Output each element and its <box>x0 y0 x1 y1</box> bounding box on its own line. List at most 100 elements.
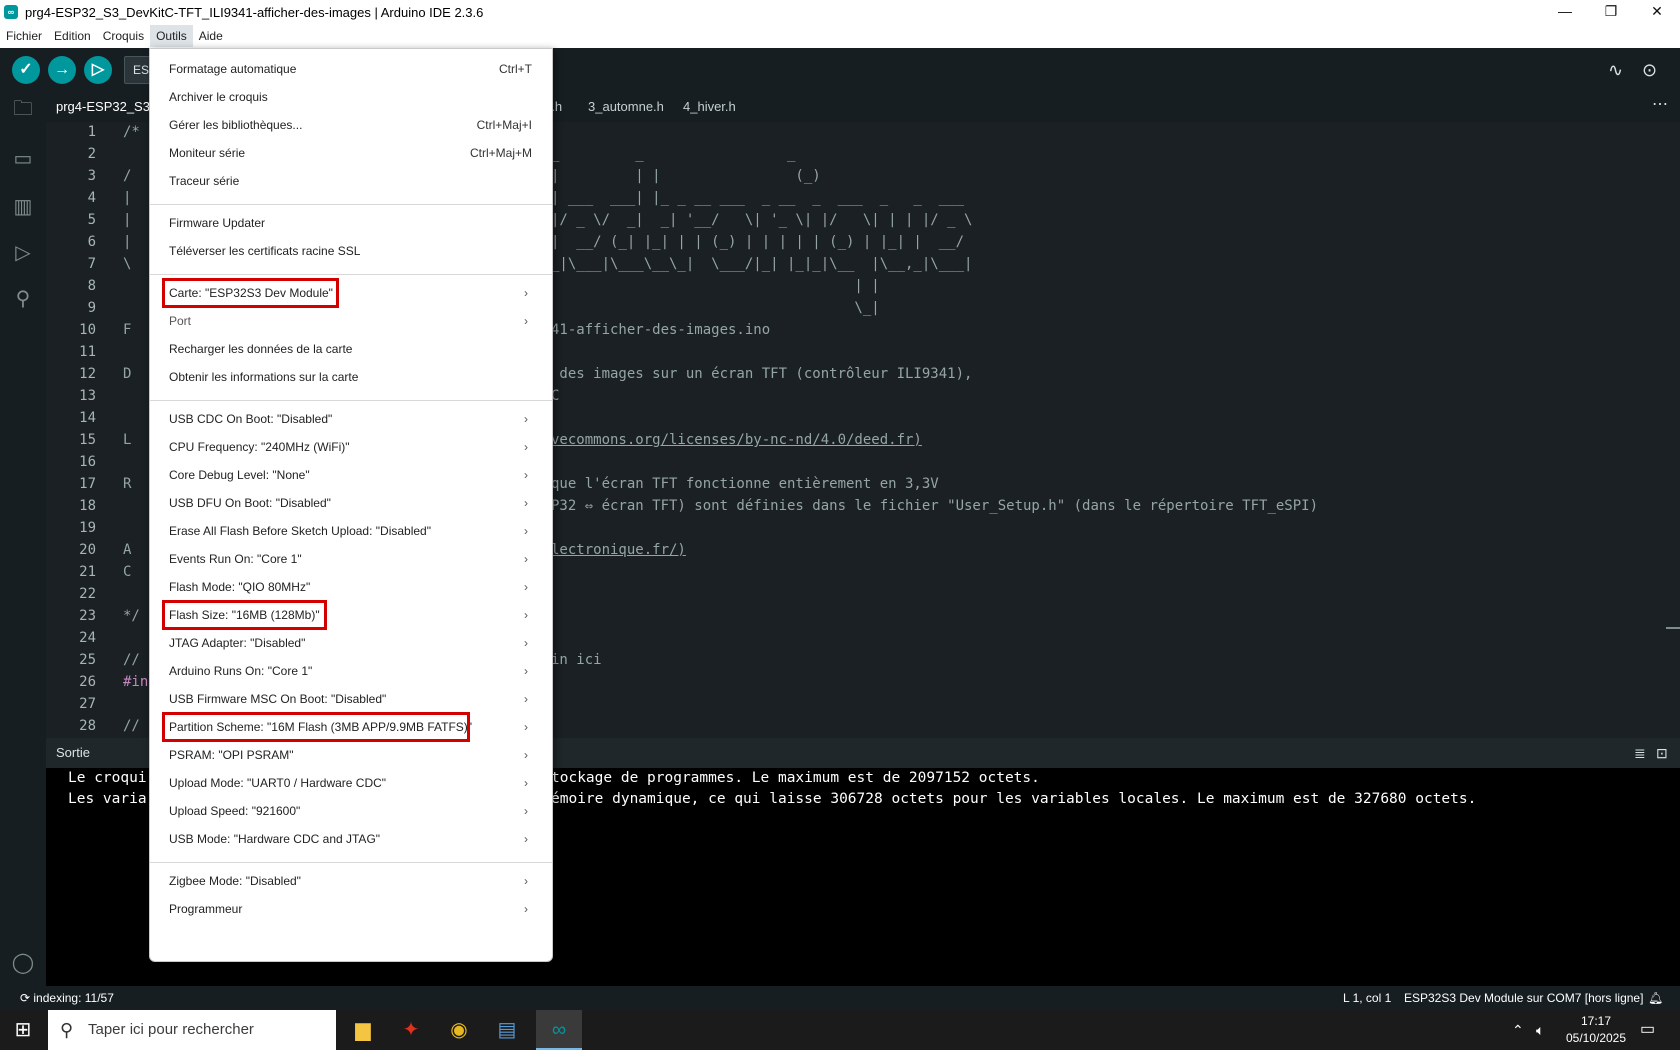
menu-item[interactable]: CPU Frequency: "240MHz (WiFi)" › <box>150 434 552 460</box>
clock-time: 17:17 <box>1580 1014 1612 1028</box>
code-line-left: C <box>123 564 132 580</box>
line-number: 1 <box>87 124 96 140</box>
menu-item-label: Téléverser les certificats racine SSL <box>169 244 361 258</box>
menu-item[interactable]: Carte: "ESP32S3 Dev Module" › <box>150 280 552 306</box>
folder-icon[interactable]: 🗀 <box>8 94 38 124</box>
line-number: 28 <box>79 718 96 734</box>
app-red-icon[interactable]: ✦ <box>388 1010 434 1050</box>
debug-button[interactable]: ▷ <box>84 56 112 84</box>
menu-item[interactable]: Flash Size: "16MB (128Mb)" › <box>150 602 552 628</box>
menu-item[interactable]: Core Debug Level: "None" › <box>150 462 552 488</box>
clock[interactable]: 17:17 05/10/2025 <box>1556 1013 1636 1047</box>
serial-monitor-icon[interactable]: ⊙ <box>1642 60 1657 81</box>
lock-scroll-icon[interactable]: ⊡ <box>1656 738 1668 768</box>
code-line-right: in ici <box>551 652 602 668</box>
menu-outils[interactable]: Outils <box>150 25 193 47</box>
debug-sidebar-icon[interactable]: ▷ <box>8 238 38 268</box>
menu-item-shortcut: Ctrl+Maj+M <box>469 146 532 160</box>
search-icon[interactable]: ⚲ <box>8 284 38 314</box>
clear-output-icon[interactable]: ≣ <box>1634 738 1646 768</box>
menu-item[interactable]: USB DFU On Boot: "Disabled" › <box>150 490 552 516</box>
arduino-taskbar-icon[interactable]: ∞ <box>536 1010 582 1050</box>
menu-item[interactable]: Moniteur série Ctrl+Maj+M <box>150 140 552 166</box>
notification-center-icon[interactable]: ▭ <box>1640 1010 1655 1050</box>
tab-main-sketch[interactable]: prg4-ESP32_S3_ <box>50 94 164 122</box>
menu-item[interactable]: Events Run On: "Core 1" › <box>150 546 552 572</box>
board-port-status[interactable]: ESP32S3 Dev Module sur COM7 [hors ligne] <box>1404 986 1643 1010</box>
notepad-icon[interactable]: ▤ <box>484 1010 530 1050</box>
menu-item[interactable]: Upload Mode: "UART0 / Hardware CDC" › <box>150 770 552 796</box>
serial-plotter-icon[interactable]: ∿ <box>1608 60 1623 81</box>
menu-item[interactable]: USB Mode: "Hardware CDC and JTAG" › <box>150 826 552 852</box>
board-manager-icon[interactable]: ▭ <box>8 144 38 174</box>
arduino-logo-icon: ∞ <box>4 5 18 19</box>
menu-item[interactable]: USB Firmware MSC On Boot: "Disabled" › <box>150 686 552 712</box>
menu-item[interactable]: Upload Speed: "921600" › <box>150 798 552 824</box>
indexing-status: ⟳ indexing: 11/57 <box>20 991 114 1005</box>
chrome-icon[interactable]: ◉ <box>436 1010 482 1050</box>
arrow-right-icon: → <box>54 61 70 78</box>
line-number: 27 <box>79 696 96 712</box>
menu-item[interactable]: USB CDC On Boot: "Disabled" › <box>150 406 552 432</box>
line-number: 26 <box>79 674 96 690</box>
volume-icon[interactable]: 🔈︎ <box>1536 1010 1544 1050</box>
menu-item-label: Core Debug Level: "None" <box>169 468 310 482</box>
menu-item[interactable]: Firmware Updater <box>150 210 552 236</box>
menu-aide[interactable]: Aide <box>193 25 229 47</box>
line-number: 22 <box>79 586 96 602</box>
menu-item[interactable]: Arduino Runs On: "Core 1" › <box>150 658 552 684</box>
menu-item[interactable]: Obtenir les informations sur la carte <box>150 364 552 390</box>
menu-separator <box>150 400 552 401</box>
menu-item[interactable]: Flash Mode: "QIO 80MHz" › <box>150 574 552 600</box>
menu-item-label: Formatage automatique <box>169 62 297 76</box>
restore-button[interactable]: ❐ <box>1588 0 1634 24</box>
menu-edition[interactable]: Edition <box>48 25 97 47</box>
verify-button[interactable]: ✓ <box>12 56 40 84</box>
menu-item[interactable]: Partition Scheme: "16M Flash (3MB APP/9.… <box>150 714 552 740</box>
line-number: 23 <box>79 608 96 624</box>
menu-item[interactable]: Traceur série <box>150 168 552 194</box>
menu-item[interactable]: Programmeur › <box>150 896 552 922</box>
code-line-right: des images sur un écran TFT (contrôleur … <box>551 366 973 382</box>
menu-item[interactable]: Zigbee Mode: "Disabled" › <box>150 868 552 894</box>
menu-croquis[interactable]: Croquis <box>97 25 150 47</box>
tray-chevron-icon[interactable]: ⌃ <box>1512 1010 1524 1050</box>
cursor-position[interactable]: L 1, col 1 <box>1343 986 1391 1010</box>
line-number: 2 <box>87 146 96 162</box>
code-line-left: F <box>123 322 132 338</box>
menu-item[interactable]: Recharger les données de la carte <box>150 336 552 362</box>
menu-item[interactable]: Port › <box>150 308 552 334</box>
chevron-right-icon: › <box>524 902 528 916</box>
menu-fichier[interactable]: Fichier <box>0 25 48 47</box>
menu-item[interactable]: Archiver le croquis <box>150 84 552 110</box>
chevron-right-icon: › <box>524 314 528 328</box>
menu-item-label: CPU Frequency: "240MHz (WiFi)" <box>169 440 350 454</box>
chevron-right-icon: › <box>524 440 528 454</box>
close-button[interactable]: ✕ <box>1634 0 1680 24</box>
menu-item[interactable]: Formatage automatique Ctrl+T <box>150 56 552 82</box>
tab-automne[interactable]: 3_automne.h <box>582 94 670 122</box>
more-options-icon[interactable]: ⋯ <box>1652 94 1668 116</box>
status-bar: ⟳ indexing: 11/57 L 1, col 1 ESP32S3 Dev… <box>0 986 1680 1010</box>
menu-item[interactable]: PSRAM: "OPI PSRAM" › <box>150 742 552 768</box>
notification-bell-icon[interactable]: 🔔︎ <box>1648 986 1663 1010</box>
menu-item-label: JTAG Adapter: "Disabled" <box>169 636 306 650</box>
minimize-button[interactable]: — <box>1542 0 1588 24</box>
line-number: 4 <box>87 190 96 206</box>
chevron-right-icon: › <box>524 874 528 888</box>
taskbar-search[interactable]: ⚲ Taper ici pour rechercher <box>48 1010 336 1050</box>
menu-item[interactable]: Téléverser les certificats racine SSL <box>150 238 552 264</box>
code-line-right: | | <box>551 278 880 294</box>
scrollbar-marker[interactable] <box>1666 627 1680 629</box>
file-explorer-icon[interactable]: ▆ <box>340 1010 386 1050</box>
menu-item[interactable]: JTAG Adapter: "Disabled" › <box>150 630 552 656</box>
library-icon[interactable]: ▥ <box>8 192 38 222</box>
tab-hiver[interactable]: 4_hiver.h <box>677 94 742 122</box>
menu-item[interactable]: Erase All Flash Before Sketch Upload: "D… <box>150 518 552 544</box>
menu-item-label: Arduino Runs On: "Core 1" <box>169 664 313 678</box>
account-icon[interactable]: ◯ <box>8 948 38 978</box>
code-line-left: A <box>123 542 132 558</box>
menu-item[interactable]: Gérer les bibliothèques... Ctrl+Maj+I <box>150 112 552 138</box>
upload-button[interactable]: → <box>48 56 76 84</box>
windows-start-icon[interactable]: ⊞ <box>0 1010 46 1050</box>
